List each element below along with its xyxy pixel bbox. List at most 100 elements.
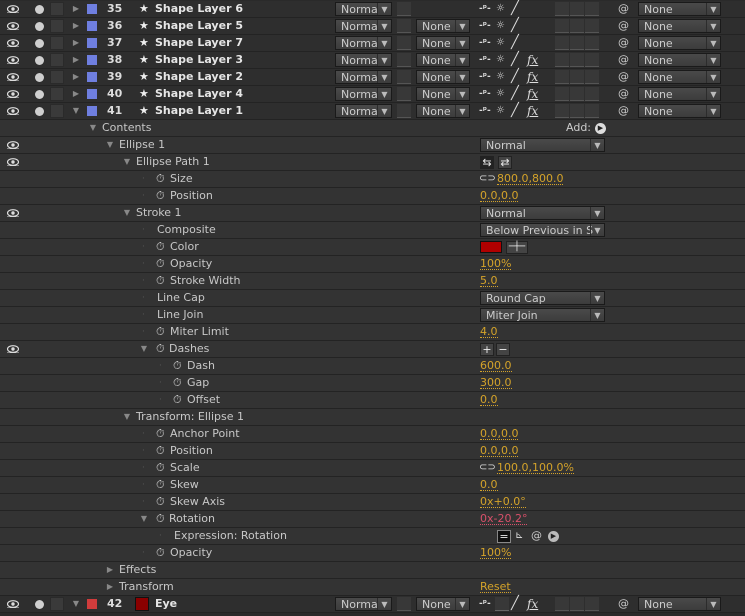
property-value[interactable]: 100% — [480, 546, 512, 559]
stopwatch-icon[interactable]: ⏱ — [156, 324, 165, 340]
quality-switch[interactable] — [495, 597, 509, 611]
stopwatch-icon[interactable]: ⏱ — [156, 545, 165, 561]
lock-toggle[interactable] — [50, 70, 64, 84]
property-row[interactable]: · ⏱ Skew 0.0 — [0, 477, 745, 494]
property-row[interactable]: · Expression: Rotation = ⊾ @ ▶ — [0, 528, 745, 545]
stopwatch-icon[interactable]: ⏱ — [173, 358, 182, 374]
mode-dropdown[interactable]: Norma ▼ — [335, 104, 392, 118]
expression-language-menu-button[interactable]: ▶ — [548, 531, 559, 542]
quality-slash-icon[interactable]: ╱ — [511, 103, 519, 119]
adjustment-layer-switch[interactable] — [570, 597, 584, 611]
property-value[interactable]: 4.0 — [480, 325, 498, 338]
fx-icon[interactable]: fx — [527, 69, 538, 85]
motion-blur-switch[interactable] — [555, 104, 569, 118]
expand-arrow-icon[interactable]: ▼ — [139, 341, 149, 357]
layer-name[interactable]: Shape Layer 3 — [155, 52, 243, 68]
quality-slash-icon[interactable]: ╱ — [511, 35, 519, 51]
quality-slash-icon[interactable]: ╱ — [511, 1, 519, 17]
expand-arrow-icon[interactable]: ▶ — [105, 562, 115, 578]
property-value[interactable]: 0.0 — [480, 393, 498, 406]
mode-dropdown[interactable]: Norma ▼ — [335, 70, 392, 84]
expression-enable-toggle[interactable]: = — [497, 530, 511, 543]
visibility-eye-icon[interactable] — [5, 205, 21, 221]
property-value[interactable]: 600.0 — [480, 359, 512, 372]
track-matte-dropdown[interactable]: None ▼ — [416, 36, 470, 50]
property-row[interactable]: ▼ Stroke 1 Normal ▼ — [0, 205, 745, 222]
preserve-transparency-toggle[interactable] — [397, 70, 411, 84]
visibility-eye-icon[interactable] — [5, 18, 21, 34]
property-value[interactable]: 100.0,100.0% — [497, 461, 574, 474]
visibility-eye-icon[interactable] — [5, 103, 21, 119]
shy-switch-icon[interactable]: -ᵖ- — [479, 35, 491, 51]
lock-toggle[interactable] — [50, 2, 64, 16]
solo-toggle[interactable] — [35, 22, 44, 31]
adjustment-layer-switch[interactable] — [570, 70, 584, 84]
property-value[interactable]: 0x-20.2° — [480, 512, 528, 525]
property-row[interactable]: · ⏱ Dash 600.0 — [0, 358, 745, 375]
layer-name[interactable]: Shape Layer 2 — [155, 69, 243, 85]
lock-toggle[interactable] — [50, 36, 64, 50]
label-color[interactable] — [87, 72, 97, 82]
layer-row[interactable]: ▼ 42 Eye Norma ▼ None ▼ -ᵖ- ╱ fx @ None ▼ — [0, 596, 745, 613]
adjustment-layer-switch[interactable] — [570, 104, 584, 118]
pick-whip-icon[interactable]: @ — [618, 1, 629, 17]
stopwatch-icon[interactable]: ⏱ — [156, 460, 165, 476]
solo-toggle[interactable] — [35, 107, 44, 116]
solo-toggle[interactable] — [35, 600, 44, 609]
layer-row[interactable]: ▶ 38 ★ Shape Layer 3 Norma ▼ None ▼ -ᵖ- ☼ ╱ fx @ None… — [0, 52, 745, 69]
layer-name[interactable]: Shape Layer 6 — [155, 1, 243, 17]
3d-layer-switch[interactable] — [585, 19, 599, 33]
collapse-transform-icon[interactable]: ☼ — [496, 18, 505, 34]
expand-arrow-icon[interactable]: ▶ — [71, 86, 81, 102]
expand-arrow-icon[interactable]: ▶ — [71, 35, 81, 51]
expand-arrow-icon[interactable]: ▼ — [88, 120, 98, 136]
shy-switch-icon[interactable]: -ᵖ- — [479, 1, 491, 17]
lock-toggle[interactable] — [50, 87, 64, 101]
layer-name[interactable]: Shape Layer 4 — [155, 86, 243, 102]
solo-toggle[interactable] — [35, 5, 44, 14]
property-dropdown[interactable]: Round Cap ▼ — [480, 291, 605, 305]
3d-layer-switch[interactable] — [585, 2, 599, 16]
quality-slash-icon[interactable]: ╱ — [511, 86, 519, 102]
stopwatch-icon[interactable]: ⏱ — [156, 477, 165, 493]
preserve-transparency-toggle[interactable] — [397, 19, 411, 33]
solo-toggle[interactable] — [35, 73, 44, 82]
collapse-transform-icon[interactable]: ☼ — [496, 86, 505, 102]
property-row[interactable]: · ⏱ Skew Axis 0x+0.0° — [0, 494, 745, 511]
track-matte-dropdown[interactable]: None ▼ — [416, 104, 470, 118]
lock-toggle[interactable] — [50, 104, 64, 118]
preserve-transparency-toggle[interactable] — [397, 2, 411, 16]
adjustment-layer-switch[interactable] — [570, 87, 584, 101]
parent-dropdown[interactable]: None ▼ — [638, 87, 721, 101]
property-row[interactable]: ▼ Ellipse 1 Normal ▼ — [0, 137, 745, 154]
layer-row[interactable]: ▶ 37 ★ Shape Layer 7 Norma ▼ None ▼ -ᵖ- ☼ ╱ @ None ▼ — [0, 35, 745, 52]
expand-arrow-icon[interactable]: ▶ — [71, 69, 81, 85]
layer-row[interactable]: ▶ 39 ★ Shape Layer 2 Norma ▼ None ▼ -ᵖ- ☼ ╱ fx @ None… — [0, 69, 745, 86]
property-row[interactable]: · ⏱ Color ─┼─ — [0, 239, 745, 256]
3d-layer-switch[interactable] — [585, 104, 599, 118]
visibility-eye-icon[interactable] — [5, 1, 21, 17]
expand-arrow-icon[interactable]: ▼ — [71, 596, 81, 612]
track-matte-dropdown[interactable]: None ▼ — [416, 87, 470, 101]
visibility-eye-icon[interactable] — [5, 154, 21, 170]
adjustment-layer-switch[interactable] — [570, 53, 584, 67]
property-row[interactable]: · ⏱ Opacity 100% — [0, 256, 745, 273]
property-row[interactable]: ▼ Contents Add: ▶ — [0, 120, 745, 137]
property-dropdown[interactable]: Normal ▼ — [480, 206, 605, 220]
layer-row[interactable]: ▼ 41 ★ Shape Layer 1 Norma ▼ None ▼ -ᵖ- ☼ ╱ fx @ None… — [0, 103, 745, 120]
property-row[interactable]: · ⏱ Miter Limit 4.0 — [0, 324, 745, 341]
visibility-eye-icon[interactable] — [5, 35, 21, 51]
property-row[interactable]: · Line Cap Round Cap ▼ — [0, 290, 745, 307]
pick-whip-icon[interactable]: @ — [618, 596, 629, 612]
3d-layer-switch[interactable] — [585, 597, 599, 611]
property-row[interactable]: ▶ Transform Reset — [0, 579, 745, 596]
property-row[interactable]: ▶ Effects — [0, 562, 745, 579]
shy-switch-icon[interactable]: -ᵖ- — [479, 18, 491, 34]
property-row[interactable]: · ⏱ Position 0.0,0.0 — [0, 188, 745, 205]
3d-layer-switch[interactable] — [585, 87, 599, 101]
label-color[interactable] — [87, 4, 97, 14]
label-color[interactable] — [87, 21, 97, 31]
visibility-eye-icon[interactable] — [5, 596, 21, 612]
layer-name[interactable]: Shape Layer 5 — [155, 18, 243, 34]
property-row[interactable]: · ⏱ Position 0.0,0.0 — [0, 443, 745, 460]
